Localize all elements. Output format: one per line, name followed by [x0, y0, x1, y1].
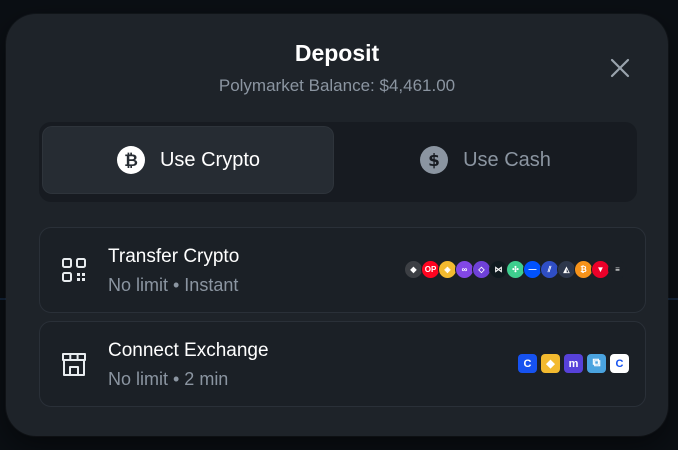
crypto-com-icon: ⧉ — [587, 354, 606, 373]
qr-code-icon — [62, 258, 86, 282]
svg-text:₿: ₿ — [124, 151, 138, 171]
modal-title: Deposit — [294, 40, 380, 66]
svg-text:$: $ — [428, 151, 440, 171]
close-button[interactable] — [606, 54, 634, 82]
transfer-crypto-option[interactable]: Transfer Crypto No limit • Instant ◆ OP ◈ ∞… — [39, 227, 646, 313]
balance-text: Polymarket Balance: $4,461.00 — [218, 76, 456, 95]
close-icon — [610, 58, 630, 78]
dollar-icon: $ — [419, 145, 449, 175]
option-subtitle: No limit • Instant — [108, 275, 239, 295]
option-subtitle: No limit • 2 min — [108, 369, 229, 389]
storefront-icon — [62, 353, 86, 376]
tab-use-cash[interactable]: $ Use Cash — [339, 126, 631, 194]
connect-exchange-option[interactable]: Connect Exchange No limit • 2 min C ◆ m ⧉ C — [39, 321, 646, 407]
deposit-method-tabs: ₿ Use Crypto $ Use Cash — [39, 122, 637, 202]
tab-label: Use Crypto — [159, 148, 261, 171]
option-title: Transfer Crypto — [108, 246, 240, 267]
tab-use-crypto[interactable]: ₿ Use Crypto — [42, 126, 334, 194]
deposit-modal: Deposit Polymarket Balance: $4,461.00 ₿ … — [6, 14, 668, 436]
option-title: Connect Exchange — [108, 340, 269, 361]
coinbase-alt-icon: C — [610, 354, 629, 373]
tab-label: Use Cash — [463, 148, 551, 171]
binance-icon: ◆ — [541, 354, 560, 373]
kraken-icon: m — [564, 354, 583, 373]
coinbase-icon: C — [518, 354, 537, 373]
supported-exchanges: C ◆ m ⧉ C — [514, 354, 629, 373]
supported-chains: ◆ OP ◈ ∞ ◇ ⋈ ✣ — ⫽ ◭ ₿ ▼ ≡ — [404, 260, 627, 279]
bitcoin-icon: ₿ — [116, 145, 146, 175]
solana-icon: ≡ — [608, 260, 627, 279]
